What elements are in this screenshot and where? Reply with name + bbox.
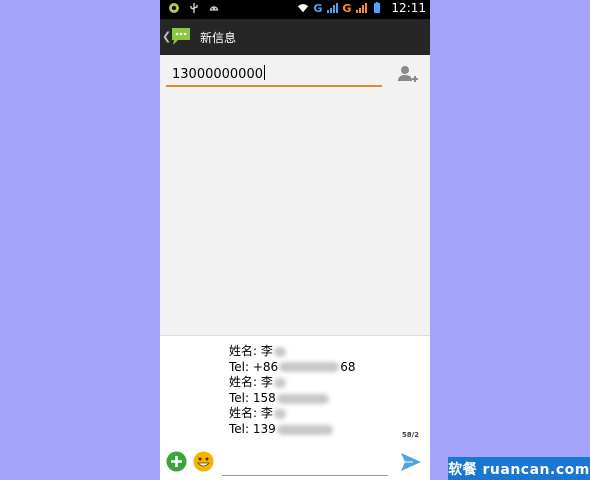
message-line: 姓名: 李 <box>229 406 355 422</box>
phone-screen: G G 12:11 ❮ 新信息 13000000000 姓名: 李 Tel: +… <box>160 0 430 480</box>
compose-input[interactable] <box>222 453 388 476</box>
status-time: 12:11 <box>391 1 426 15</box>
redacted-block <box>273 377 286 388</box>
character-counter: 58/2 <box>401 431 419 439</box>
message-body[interactable]: 姓名: 李 Tel: +86 68 姓名: 李 Tel: 158 姓名: 李 Te… <box>229 344 355 438</box>
message-area: 姓名: 李 Tel: +86 68 姓名: 李 Tel: 158 姓名: 李 Te… <box>160 335 430 480</box>
message-line: 姓名: 李 <box>229 375 355 391</box>
message-line-suffix: 68 <box>340 359 356 374</box>
redacted-block <box>273 409 286 420</box>
network-type-1: G <box>313 1 323 15</box>
message-line: 姓名: 李 <box>229 344 355 360</box>
message-line-text: 姓名: 李 <box>229 406 273 421</box>
message-line-text: Tel: 158 <box>229 390 276 405</box>
messaging-app-icon[interactable] <box>170 25 192 47</box>
page-title: 新信息 <box>200 31 237 45</box>
text-caret <box>263 65 265 80</box>
message-line: Tel: +86 68 <box>229 360 355 376</box>
signal-icon <box>327 3 339 13</box>
action-bar: ❮ 新信息 <box>160 19 430 55</box>
signal-icon-2 <box>356 3 368 13</box>
compose-bar <box>160 449 430 480</box>
send-icon[interactable] <box>400 451 422 473</box>
watermark: 软餐 ruancan.com <box>448 457 590 480</box>
redacted-block <box>276 393 329 404</box>
message-line: Tel: 139 <box>229 422 355 438</box>
redacted-block <box>276 424 333 435</box>
usb-icon <box>190 3 198 13</box>
battery-icon <box>374 2 381 13</box>
status-left-icons <box>168 2 220 14</box>
emoji-icon[interactable] <box>193 451 214 472</box>
status-right-icons: G G 12:11 <box>297 1 426 15</box>
message-line: Tel: 158 <box>229 391 355 407</box>
wifi-icon <box>298 4 309 13</box>
recipient-value[interactable]: 13000000000 <box>172 65 265 82</box>
network-type-2: G <box>342 1 352 15</box>
message-line-text: 姓名: 李 <box>229 344 273 358</box>
android-robot-icon <box>209 6 219 11</box>
android-notification-icon <box>169 3 179 13</box>
add-attachment-icon[interactable] <box>166 451 187 472</box>
add-contact-icon[interactable] <box>396 64 418 86</box>
redacted-block <box>273 346 286 357</box>
redacted-block <box>279 362 340 373</box>
message-line-text: Tel: 139 <box>229 421 276 436</box>
message-line-text: 姓名: 李 <box>229 375 273 390</box>
status-bar: G G 12:11 <box>160 0 430 19</box>
recipient-field[interactable]: 13000000000 <box>166 62 382 87</box>
message-line-text: Tel: +86 <box>229 359 279 374</box>
